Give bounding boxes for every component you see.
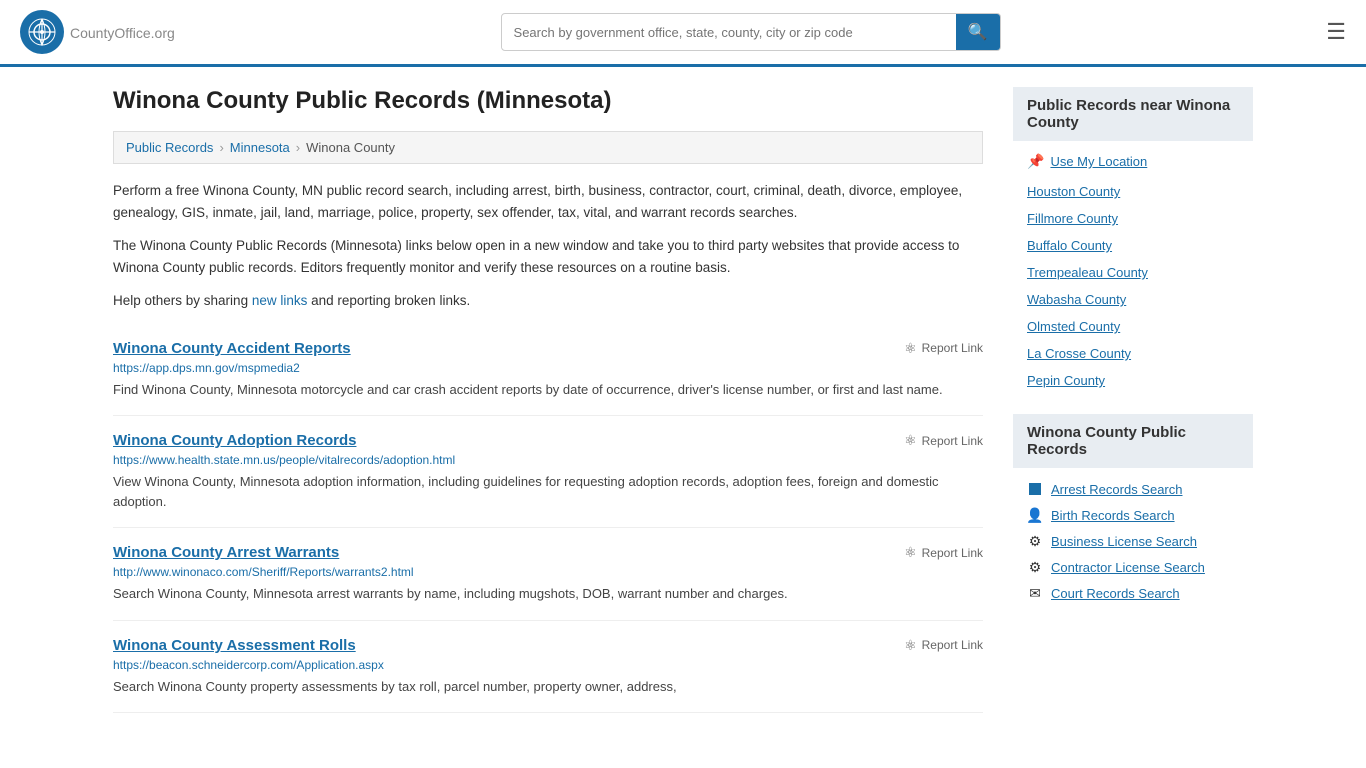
nearby-county-link-2[interactable]: Buffalo County (1027, 238, 1112, 253)
public-record-item: Arrest Records Search (1013, 476, 1253, 502)
report-icon-1: ⚛ (904, 432, 917, 449)
public-record-link-3[interactable]: Contractor License Search (1051, 560, 1205, 575)
breadcrumb-sep-1: › (219, 140, 223, 155)
record-header: Winona County Adoption Records ⚛ Report … (113, 432, 983, 449)
public-record-item: 👤 Birth Records Search (1013, 502, 1253, 528)
record-desc-0: Find Winona County, Minnesota motorcycle… (113, 380, 983, 400)
description-2: The Winona County Public Records (Minnes… (113, 235, 983, 278)
nearby-county-item: Wabasha County (1013, 286, 1253, 313)
breadcrumb-winona: Winona County (306, 140, 395, 155)
logo-text: CountyOffice.org (70, 22, 175, 43)
record-url-0[interactable]: https://app.dps.mn.gov/mspmedia2 (113, 361, 983, 375)
location-pin-icon: 📌 (1027, 153, 1044, 170)
record-title-1[interactable]: Winona County Adoption Records (113, 432, 356, 449)
public-record-link-1[interactable]: Birth Records Search (1051, 508, 1175, 523)
record-url-3[interactable]: https://beacon.schneidercorp.com/Applica… (113, 658, 983, 672)
nearby-county-link-3[interactable]: Trempealeau County (1027, 265, 1148, 280)
record-item: Winona County Arrest Warrants ⚛ Report L… (113, 528, 983, 621)
main-container: Winona County Public Records (Minnesota)… (93, 67, 1273, 733)
record-icon-3: ⚙ (1027, 559, 1043, 575)
desc3-post: and reporting broken links. (307, 293, 470, 308)
description-1: Perform a free Winona County, MN public … (113, 180, 983, 223)
page-title: Winona County Public Records (Minnesota) (113, 87, 983, 115)
breadcrumb-sep-2: › (296, 140, 300, 155)
record-header: Winona County Assessment Rolls ⚛ Report … (113, 637, 983, 654)
nearby-county-item: Houston County (1013, 178, 1253, 205)
public-record-link-2[interactable]: Business License Search (1051, 534, 1197, 549)
public-record-item: ⚙ Business License Search (1013, 528, 1253, 554)
nearby-county-link-5[interactable]: Olmsted County (1027, 319, 1120, 334)
use-location-link[interactable]: Use My Location (1050, 154, 1147, 169)
menu-icon[interactable]: ☰ (1326, 19, 1346, 45)
report-icon-3: ⚛ (904, 637, 917, 654)
report-link-2[interactable]: ⚛ Report Link (904, 544, 983, 561)
public-records-header: Winona County Public Records (1013, 414, 1253, 468)
sidebar: Public Records near Winona County 📌 Use … (1013, 87, 1253, 713)
report-icon-2: ⚛ (904, 544, 917, 561)
nearby-county-item: Olmsted County (1013, 313, 1253, 340)
record-header: Winona County Accident Reports ⚛ Report … (113, 340, 983, 357)
breadcrumb: Public Records › Minnesota › Winona Coun… (113, 131, 983, 164)
record-icon-2: ⚙ (1027, 533, 1043, 549)
header-right: ☰ (1326, 19, 1346, 45)
record-icon-4: ✉ (1027, 585, 1043, 601)
record-item: Winona County Adoption Records ⚛ Report … (113, 416, 983, 528)
nearby-county-item: Fillmore County (1013, 205, 1253, 232)
public-record-item: ⚙ Contractor License Search (1013, 554, 1253, 580)
nearby-county-link-7[interactable]: Pepin County (1027, 373, 1105, 388)
search-bar: 🔍 (501, 13, 1001, 51)
record-item: Winona County Accident Reports ⚛ Report … (113, 324, 983, 417)
public-record-link-4[interactable]: Court Records Search (1051, 586, 1180, 601)
report-link-1[interactable]: ⚛ Report Link (904, 432, 983, 449)
record-header: Winona County Arrest Warrants ⚛ Report L… (113, 544, 983, 561)
nearby-county-link-1[interactable]: Fillmore County (1027, 211, 1118, 226)
record-icon-0 (1027, 481, 1043, 497)
nearby-county-link-4[interactable]: Wabasha County (1027, 292, 1126, 307)
description-3: Help others by sharing new links and rep… (113, 290, 983, 312)
record-url-2[interactable]: http://www.winonaco.com/Sheriff/Reports/… (113, 565, 983, 579)
public-record-link-0[interactable]: Arrest Records Search (1051, 482, 1183, 497)
nearby-county-item: Buffalo County (1013, 232, 1253, 259)
desc3-pre: Help others by sharing (113, 293, 252, 308)
record-desc-3: Search Winona County property assessment… (113, 677, 983, 697)
public-records-list: Arrest Records Search 👤 Birth Records Sear… (1013, 472, 1253, 610)
record-icon-1: 👤 (1027, 507, 1043, 523)
record-url-1[interactable]: https://www.health.state.mn.us/people/vi… (113, 453, 983, 467)
public-record-item: ✉ Court Records Search (1013, 580, 1253, 606)
new-links-link[interactable]: new links (252, 293, 308, 308)
nearby-counties-list: Houston County Fillmore County Buffalo Cou… (1013, 178, 1253, 394)
search-button[interactable]: 🔍 (956, 14, 1000, 50)
report-link-3[interactable]: ⚛ Report Link (904, 637, 983, 654)
report-link-0[interactable]: ⚛ Report Link (904, 340, 983, 357)
logo-suffix: .org (151, 25, 175, 41)
nearby-section: Public Records near Winona County 📌 Use … (1013, 87, 1253, 394)
logo-icon (20, 10, 64, 54)
nearby-header: Public Records near Winona County (1013, 87, 1253, 141)
nearby-county-item: Trempealeau County (1013, 259, 1253, 286)
nearby-county-item: La Crosse County (1013, 340, 1253, 367)
record-title-0[interactable]: Winona County Accident Reports (113, 340, 351, 357)
breadcrumb-public-records[interactable]: Public Records (126, 140, 213, 155)
record-title-3[interactable]: Winona County Assessment Rolls (113, 637, 356, 654)
site-header: CountyOffice.org 🔍 ☰ (0, 0, 1366, 67)
use-location[interactable]: 📌 Use My Location (1013, 145, 1253, 178)
record-title-2[interactable]: Winona County Arrest Warrants (113, 544, 339, 561)
records-container: Winona County Accident Reports ⚛ Report … (113, 324, 983, 714)
content-area: Winona County Public Records (Minnesota)… (113, 87, 983, 713)
record-item: Winona County Assessment Rolls ⚛ Report … (113, 621, 983, 714)
public-records-section: Winona County Public Records Arrest Reco… (1013, 414, 1253, 610)
nearby-county-link-0[interactable]: Houston County (1027, 184, 1120, 199)
logo-area: CountyOffice.org (20, 10, 175, 54)
record-desc-1: View Winona County, Minnesota adoption i… (113, 472, 983, 511)
record-desc-2: Search Winona County, Minnesota arrest w… (113, 584, 983, 604)
nearby-county-item: Pepin County (1013, 367, 1253, 394)
report-icon-0: ⚛ (904, 340, 917, 357)
search-input[interactable] (502, 17, 956, 48)
breadcrumb-minnesota[interactable]: Minnesota (230, 140, 290, 155)
nearby-county-link-6[interactable]: La Crosse County (1027, 346, 1131, 361)
